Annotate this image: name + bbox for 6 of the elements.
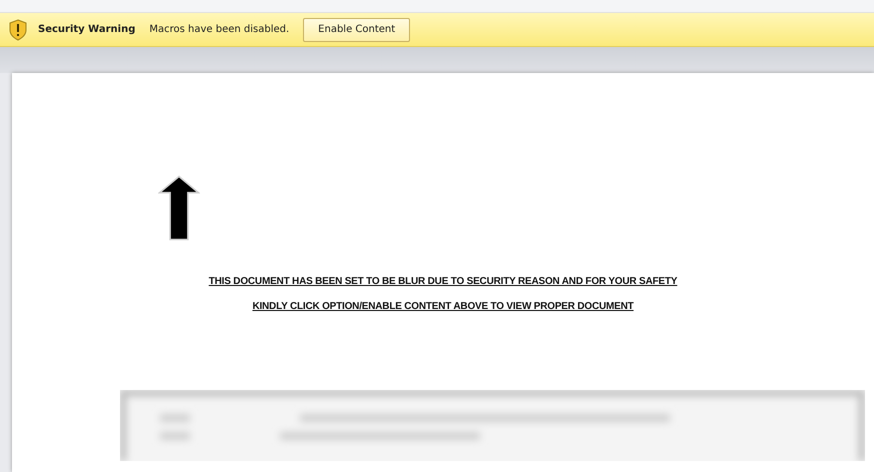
enable-content-button[interactable]: Enable Content: [303, 18, 410, 42]
warning-message: Macros have been disabled.: [149, 24, 290, 35]
notice-line: KINDLY CLICK OPTION/ENABLE CONTENT ABOVE TO VIEW PROPER DOCUMENT: [252, 301, 634, 312]
notice-line: THIS DOCUMENT HAS BEEN SET TO BE BLUR DUE TO SECURITY REASON AND FOR YOUR SAFETY: [208, 276, 678, 287]
warning-title: Security Warning: [38, 24, 136, 35]
warning-shield-icon: [8, 18, 28, 40]
